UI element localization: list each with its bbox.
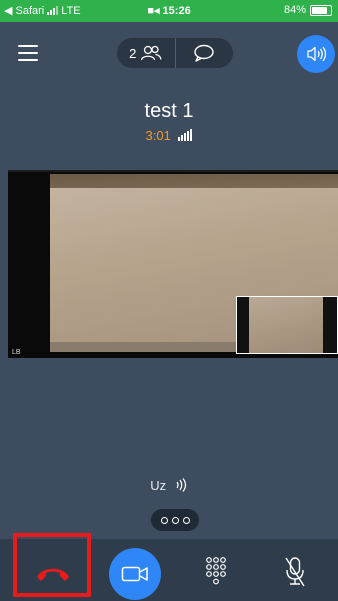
video-corner-label: LB xyxy=(12,349,21,356)
caller-name: test 1 xyxy=(144,100,194,122)
status-bar: ◀ Safari LTE ■◂ 15:26 84% xyxy=(0,0,338,22)
self-preview-image xyxy=(249,297,323,353)
mute-button[interactable] xyxy=(282,556,308,588)
video-camera-icon xyxy=(121,566,148,582)
remote-video-ceiling xyxy=(50,174,338,188)
connection-quality-icon xyxy=(178,129,193,141)
microphone-muted-icon xyxy=(285,557,305,587)
speaker-button[interactable] xyxy=(297,35,335,73)
keypad-button[interactable] xyxy=(205,556,227,588)
video-area: LB xyxy=(8,170,338,358)
more-dot-icon xyxy=(182,516,190,524)
hamburger-menu-icon xyxy=(18,45,38,47)
status-time: 15:26 xyxy=(162,5,191,17)
speaking-indicator: Uz xyxy=(0,478,338,493)
screen-record-icon: ■◂ xyxy=(147,5,163,17)
speaker-icon xyxy=(307,46,327,62)
participants-button[interactable]: 2 xyxy=(117,38,175,68)
hangup-button[interactable] xyxy=(34,561,72,585)
call-info: 3:01 xyxy=(0,128,338,143)
chat-bubble-icon xyxy=(194,44,214,62)
participant-count: 2 xyxy=(129,45,137,61)
phone-hangup-icon xyxy=(37,568,69,581)
self-preview-video[interactable] xyxy=(236,296,338,354)
participants-chat-toggle: 2 xyxy=(117,38,233,68)
participants-icon xyxy=(141,45,163,61)
video-toggle-button[interactable] xyxy=(109,548,161,600)
audio-waves-icon xyxy=(176,478,186,492)
more-dot-icon xyxy=(171,516,179,524)
status-right: 84% xyxy=(284,4,332,16)
chat-button[interactable] xyxy=(174,38,234,68)
menu-button[interactable] xyxy=(18,45,38,61)
speaking-label: Uz xyxy=(150,478,167,493)
call-timer: 3:01 xyxy=(145,128,171,143)
battery-icon xyxy=(310,4,332,16)
more-dot-icon xyxy=(160,516,168,524)
keypad-icon xyxy=(206,557,226,585)
battery-percent: 84% xyxy=(283,4,306,16)
more-options-button[interactable] xyxy=(151,509,199,531)
